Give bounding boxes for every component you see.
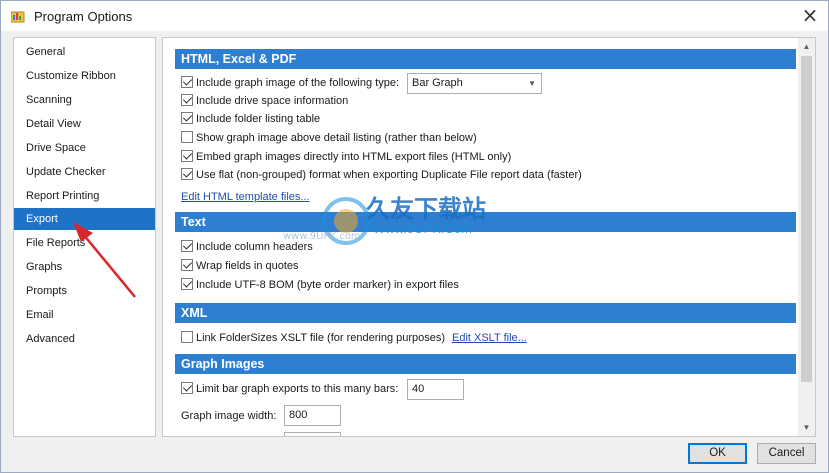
sidebar-item-graphs[interactable]: Graphs (14, 256, 155, 278)
option-label: Embed graph images directly into HTML ex… (196, 151, 512, 163)
sidebar-item-report-printing[interactable]: Report Printing (14, 185, 155, 207)
options-sidebar: General Customize Ribbon Scanning Detail… (13, 37, 156, 437)
sidebar-item-general[interactable]: General (14, 41, 155, 63)
checkbox-checked[interactable] (181, 112, 193, 124)
scroll-down-icon[interactable]: ▼ (798, 419, 815, 436)
option-label: Include graph image of the following typ… (196, 77, 400, 89)
graph-type-value: Bar Graph (412, 77, 463, 89)
graph-width-input[interactable]: 800 (284, 405, 341, 426)
sidebar-item-file-reports[interactable]: File Reports (14, 232, 155, 254)
option-limit-bars[interactable]: Limit bar graph exports to this many bar… (181, 381, 398, 399)
option-graph-above-detail[interactable]: Show graph image above detail listing (r… (181, 130, 477, 148)
checkbox-checked[interactable] (181, 259, 193, 271)
option-label: Show graph image above detail listing (r… (196, 132, 477, 144)
option-include-graph-image[interactable]: Include graph image of the following typ… (181, 75, 399, 93)
cancel-button[interactable]: Cancel (757, 443, 816, 464)
option-link-xslt[interactable]: Link FolderSizes XSLT file (for renderin… (181, 330, 445, 348)
checkbox-checked[interactable] (181, 278, 193, 290)
bar-limit-input[interactable]: 40 (407, 379, 464, 400)
option-label: Include folder listing table (196, 113, 321, 125)
watermark-title: 久友下载站 (366, 195, 486, 223)
checkbox-checked[interactable] (181, 382, 193, 394)
sidebar-item-advanced[interactable]: Advanced (14, 328, 155, 350)
checkbox-checked[interactable] (181, 240, 193, 252)
checkbox-checked[interactable] (181, 94, 193, 106)
scroll-thumb[interactable] (801, 56, 812, 382)
sidebar-item-export[interactable]: Export (14, 208, 155, 230)
sidebar-item-prompts[interactable]: Prompts (14, 280, 155, 302)
sidebar-item-detail-view[interactable]: Detail View (14, 113, 155, 135)
edit-xslt-link[interactable]: Edit XSLT file... (452, 332, 527, 344)
section-header-xml: XML (175, 303, 796, 323)
sidebar-item-update-checker[interactable]: Update Checker (14, 161, 155, 183)
option-include-folder-table[interactable]: Include folder listing table (181, 111, 320, 129)
checkbox-unchecked[interactable] (181, 131, 193, 143)
option-include-drive-space[interactable]: Include drive space information (181, 93, 348, 111)
sidebar-item-customize-ribbon[interactable]: Customize Ribbon (14, 65, 155, 87)
watermark: www.9UPK.com 久友下载站 Www.9UPK.Com (281, 181, 581, 281)
graph-width-label: Graph image width: (181, 410, 277, 422)
checkbox-unchecked[interactable] (181, 331, 193, 343)
option-label: Limit bar graph exports to this many bar… (196, 383, 399, 395)
vertical-scrollbar[interactable]: ▲ ▼ (798, 38, 815, 436)
watermark-url: Www.9UPK.Com (373, 221, 472, 236)
ok-button[interactable]: OK (688, 443, 747, 464)
option-label: Include drive space information (196, 95, 349, 107)
section-header-graph-images: Graph Images (175, 354, 796, 374)
close-icon[interactable]: × (796, 3, 824, 29)
chevron-down-icon: ▼ (528, 79, 536, 88)
option-label: Link FolderSizes XSLT file (for renderin… (196, 332, 446, 344)
sidebar-item-drive-space[interactable]: Drive Space (14, 137, 155, 159)
program-options-window: Program Options × General Customize Ribb… (0, 0, 829, 473)
sidebar-item-scanning[interactable]: Scanning (14, 89, 155, 111)
option-embed-graph-images[interactable]: Embed graph images directly into HTML ex… (181, 149, 511, 167)
app-icon (10, 9, 25, 23)
checkbox-checked[interactable] (181, 76, 193, 88)
scroll-up-icon[interactable]: ▲ (798, 38, 815, 55)
checkbox-checked[interactable] (181, 168, 193, 180)
sidebar-item-email[interactable]: Email (14, 304, 155, 326)
watermark-partial-url: www.9UPK.com (283, 231, 361, 242)
graph-height-input[interactable] (284, 432, 341, 436)
section-header-html: HTML, Excel & PDF (175, 49, 796, 69)
graph-type-select[interactable]: Bar Graph ▼ (407, 73, 542, 94)
checkbox-checked[interactable] (181, 150, 193, 162)
title-bar: Program Options × (1, 1, 828, 31)
window-title: Program Options (34, 9, 133, 24)
option-label: Use flat (non-grouped) format when expor… (196, 169, 582, 181)
